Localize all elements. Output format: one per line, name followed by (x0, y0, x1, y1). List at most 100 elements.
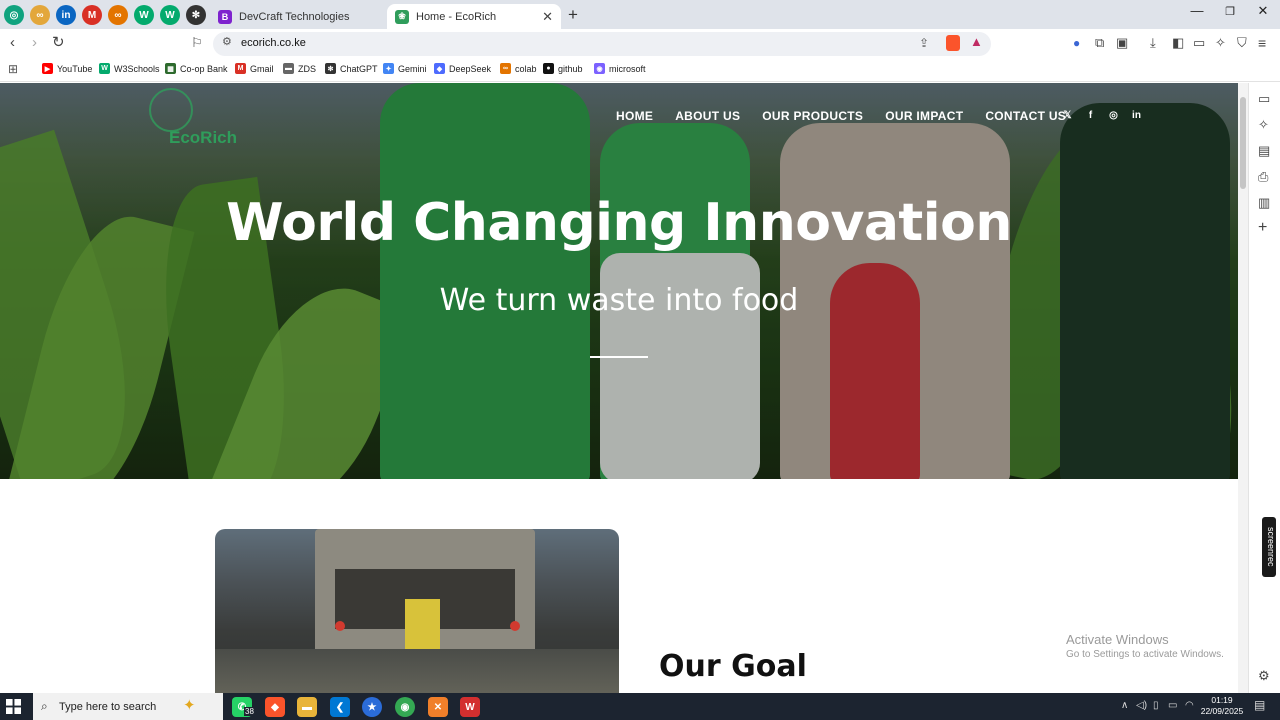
screenrec-widget[interactable]: screenrec (1262, 517, 1276, 577)
wifi-icon[interactable]: ◠ (1185, 700, 1194, 711)
restore-icon[interactable]: ❐ (1215, 5, 1245, 18)
wps-office-icon[interactable]: W (460, 697, 480, 717)
leo-ai-icon[interactable]: ✧ (1258, 117, 1269, 133)
screenshot-icon[interactable]: ▣ (1116, 34, 1128, 52)
chrome-canary-icon[interactable]: ★ (362, 697, 382, 717)
clock[interactable]: 01:19 22/09/2025 (1200, 695, 1244, 717)
battery-icon[interactable]: ▯ (1153, 700, 1159, 711)
xampp-icon[interactable]: ✕ (428, 697, 448, 717)
hero-divider (590, 356, 648, 358)
x-icon[interactable]: 𝕏 (1061, 109, 1074, 122)
wallet-icon[interactable]: ▭ (1193, 34, 1205, 52)
colab-icon: ∞ (500, 63, 511, 74)
sidebar-icon[interactable]: ◧ (1172, 34, 1184, 52)
windows-start-icon[interactable] (6, 699, 21, 714)
brave-rewards-icon[interactable]: ▲ (970, 34, 983, 49)
colab-icon[interactable]: ∞ (30, 5, 50, 25)
linkedin-icon[interactable]: in (56, 5, 76, 25)
share-icon[interactable]: ⇪ (919, 36, 929, 50)
bookmark-zds[interactable]: ▬ ZDS (283, 63, 316, 74)
garbage-truck-image (215, 529, 619, 693)
w3-icon[interactable]: W (134, 5, 154, 25)
colab-icon[interactable]: ∞ (108, 5, 128, 25)
wallet-icon[interactable]: ▤ (1258, 143, 1270, 159)
bookmark-youtube[interactable]: ▶ YouTube (42, 63, 92, 74)
clock-date: 22/09/2025 (1200, 706, 1244, 716)
youtube-icon: ▶ (42, 63, 53, 74)
keyboard-icon[interactable]: ▭ (1168, 700, 1177, 711)
pinned-tabs: ◎ ∞ in M ∞ W W ✻ (4, 5, 206, 25)
scrollbar-thumb[interactable] (1240, 97, 1246, 189)
extensions-icon[interactable]: ⧉ (1095, 34, 1104, 52)
brave-shields-icon[interactable] (946, 35, 960, 51)
bookmark-icon[interactable]: ⚐ (191, 34, 203, 52)
notifications-icon[interactable]: ▤ (1254, 698, 1265, 712)
url-text[interactable]: ecorich.co.ke (241, 37, 306, 49)
nav-our-products[interactable]: OUR PRODUCTS (762, 109, 863, 123)
taskbar-search[interactable]: ⌕ Type here to search ✦ (33, 693, 223, 720)
menu-icon[interactable]: ≡ (1258, 34, 1266, 52)
deepseek-icon: ◆ (434, 63, 445, 74)
bookmark-label: colab (515, 63, 537, 74)
gemini-icon: ✦ (383, 63, 394, 74)
bookmark-label: Gemini (398, 63, 427, 74)
site-info-icon[interactable]: ⚙ (222, 35, 232, 48)
facebook-icon[interactable]: f (1084, 109, 1097, 122)
bookmark-microsoft[interactable]: ◉ microsoft (594, 63, 646, 74)
vscode-icon[interactable]: ❮ (330, 697, 350, 717)
logo-leaf-icon (149, 88, 193, 132)
minimize-icon[interactable]: — (1182, 3, 1212, 18)
nav-about-us[interactable]: ABOUT US (675, 109, 740, 123)
openai-icon[interactable]: ✻ (186, 5, 206, 25)
bookmark-label: ZDS (298, 63, 316, 74)
bookmark-deepseek[interactable]: ◆ DeepSeek (434, 63, 491, 74)
hero-subtitle: We turn waste into food (439, 283, 799, 318)
apps-grid-icon[interactable]: ⊞ (8, 62, 18, 76)
gmail-icon[interactable]: M (82, 5, 102, 25)
tray-chevron-icon[interactable]: ∧ (1121, 700, 1128, 711)
reading-icon[interactable]: ▭ (1258, 91, 1270, 107)
nav-our-impact[interactable]: OUR IMPACT (885, 109, 963, 123)
file-explorer-icon[interactable]: ▬ (297, 697, 317, 717)
tab-ecorich[interactable]: ❀ Home - EcoRich ✕ (387, 4, 561, 29)
w3-icon[interactable]: W (160, 5, 180, 25)
close-tab-icon[interactable]: ✕ (542, 9, 553, 25)
bookmark-github[interactable]: ● github (543, 63, 583, 74)
forward-icon[interactable]: › (32, 34, 37, 52)
nav-contact-us[interactable]: CONTACT US (985, 109, 1066, 123)
reading-list-icon[interactable]: ▥ (1258, 195, 1270, 211)
brave-taskbar-icon[interactable]: ◆ (265, 697, 285, 717)
page-scrollbar[interactable] (1238, 83, 1248, 693)
bookmark-label: DeepSeek (449, 63, 492, 74)
bookmark-co-op-bank[interactable]: ▦ Co-op Bank (165, 63, 228, 74)
chrome-icon[interactable]: ◉ (395, 697, 415, 717)
search-icon: ⌕ (41, 699, 48, 713)
linkedin-icon[interactable]: in (1130, 109, 1143, 122)
microsoft-icon: ◉ (594, 63, 605, 74)
instagram-icon[interactable]: ◎ (1107, 109, 1120, 122)
settings-gear-icon[interactable]: ⚙ (1258, 668, 1270, 684)
address-bar[interactable]: ⚙ ecorich.co.ke ⇪ ▲ (213, 32, 991, 56)
new-tab-icon[interactable]: + (568, 5, 578, 25)
close-window-icon[interactable]: ✕ (1248, 3, 1278, 19)
bookmark-chatgpt[interactable]: ✻ ChatGPT (325, 63, 378, 74)
volume-icon[interactable]: ◁) (1136, 700, 1147, 711)
back-icon[interactable]: ‹ (10, 34, 15, 52)
ecorich-logo[interactable]: EcoRich (145, 88, 240, 153)
gmail-icon: M (235, 63, 246, 74)
bookmark-gemini[interactable]: ✦ Gemini (383, 63, 427, 74)
vpn-icon[interactable]: ⛉ (1237, 34, 1247, 52)
add-panel-icon[interactable]: + (1258, 219, 1267, 237)
download-icon[interactable]: ⤓ (1150, 34, 1156, 52)
nav-home[interactable]: HOME (616, 109, 653, 123)
bookmark-gmail[interactable]: M Gmail (235, 63, 274, 74)
bookmark-colab[interactable]: ∞ colab (500, 63, 537, 74)
chatgpt-icon[interactable]: ◎ (4, 5, 24, 25)
tab-devcraft[interactable]: B DevCraft Technologies (210, 4, 386, 29)
microphone-icon[interactable]: ● (1073, 34, 1080, 52)
bookmark-label: Gmail (250, 63, 274, 74)
bookmarks-panel-icon[interactable]: ⎙ (1258, 169, 1268, 185)
reload-icon[interactable]: ↻ (52, 34, 65, 52)
bookmark-w3schools[interactable]: W W3Schools (99, 63, 160, 74)
leo-ai-icon[interactable]: ✧ (1215, 34, 1226, 52)
